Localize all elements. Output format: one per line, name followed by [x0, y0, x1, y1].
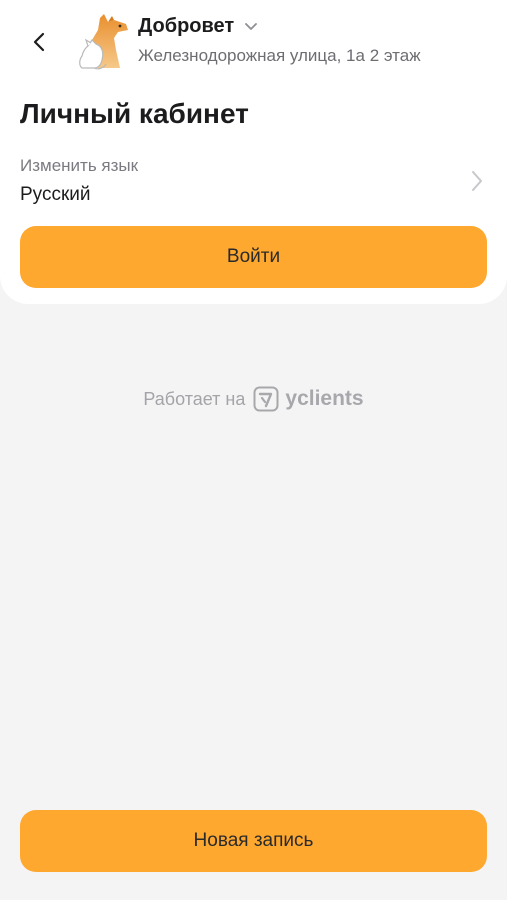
language-value: Русский: [20, 184, 91, 205]
dog-cat-logo-icon: [79, 14, 128, 70]
chevron-down-icon: [245, 23, 258, 30]
language-selector[interactable]: Изменить язык Русский: [0, 150, 507, 212]
account-card: Добровет Железнодорожная улица, 1а 2 эта…: [0, 0, 507, 304]
chevron-left-icon: [33, 32, 45, 52]
language-label: Изменить язык: [20, 156, 139, 175]
yclients-brand: yclients: [285, 387, 364, 410]
new-booking-button[interactable]: Новая запись: [20, 810, 487, 872]
login-button[interactable]: Войти: [20, 226, 487, 288]
back-button[interactable]: [22, 24, 58, 60]
header: Добровет Железнодорожная улица, 1а 2 эта…: [0, 0, 507, 80]
powered-by[interactable]: Работает на yclients: [0, 386, 507, 412]
page-title: Личный кабинет: [20, 98, 249, 129]
yclients-logo-icon: [253, 386, 279, 412]
branch-name: Добровет: [138, 15, 235, 37]
branch-selector[interactable]: Добровет: [138, 15, 258, 38]
chevron-right-icon: [472, 171, 482, 191]
powered-by-label: Работает на: [143, 388, 246, 409]
branch-address: Железнодорожная улица, 1а 2 этаж: [138, 46, 421, 65]
page: Добровет Железнодорожная улица, 1а 2 эта…: [0, 0, 507, 900]
